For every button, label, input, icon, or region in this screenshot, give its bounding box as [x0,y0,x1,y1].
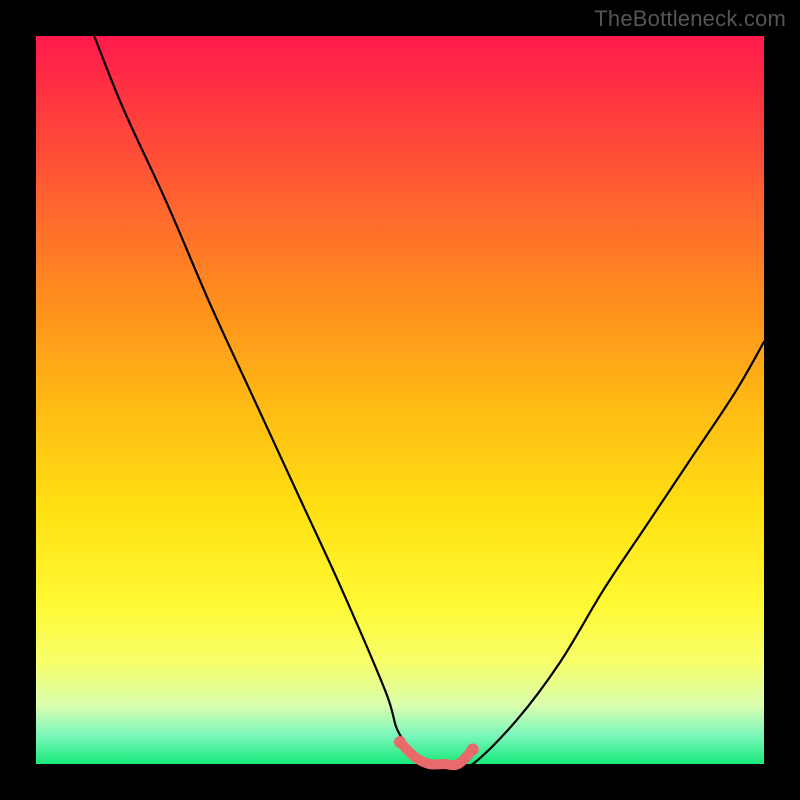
valley-highlight-end-dot [467,743,479,755]
curve-svg [36,36,764,764]
valley-highlight-start-dot [394,736,406,748]
chart-frame: TheBottleneck.com [0,0,800,800]
bottleneck-curve [94,36,764,767]
valley-highlight [400,742,473,765]
watermark-text: TheBottleneck.com [594,6,786,32]
plot-area [36,36,764,764]
